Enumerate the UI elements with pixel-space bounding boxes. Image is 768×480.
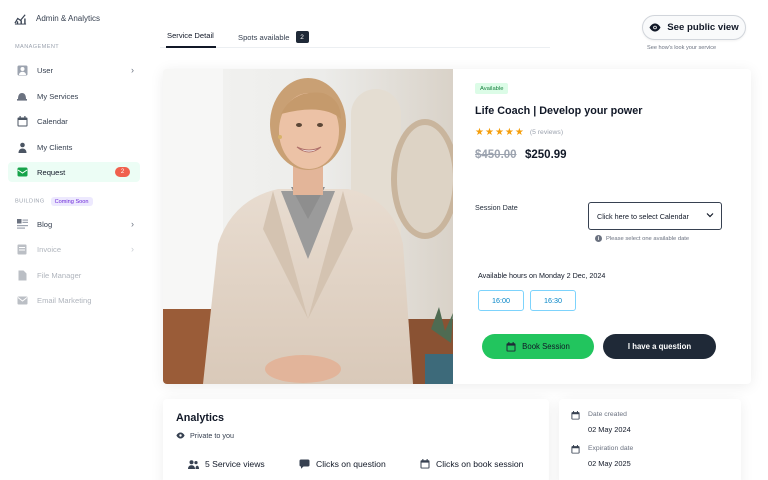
metric-label: Clicks on book session bbox=[436, 459, 524, 469]
date-created-label: Date created bbox=[588, 411, 627, 418]
metric-label: 5 Service views bbox=[205, 459, 265, 469]
section-label-building: BUILDING Coming Soon bbox=[15, 197, 93, 206]
metric-book-clicks: Clicks on book session bbox=[420, 459, 523, 469]
calendar-hint: i Please select one available date bbox=[595, 235, 689, 242]
book-session-label: Book Session bbox=[522, 342, 570, 351]
sidebar-item-calendar[interactable]: Calendar bbox=[8, 111, 140, 131]
request-count-badge: 2 bbox=[115, 167, 130, 177]
sidebar-item-request[interactable]: Request 2 bbox=[8, 162, 140, 182]
sidebar-item-user[interactable]: User › bbox=[8, 60, 140, 80]
sidebar-item-invoice[interactable]: Invoice › bbox=[8, 239, 140, 259]
chevron-right-icon: › bbox=[131, 244, 134, 254]
dates-card bbox=[559, 399, 741, 480]
chevron-down-icon bbox=[706, 213, 714, 218]
sidebar-item-label: Calendar bbox=[37, 116, 68, 126]
reviews-count[interactable]: (5 reviews) bbox=[530, 129, 563, 136]
section-label-management: MANAGEMENT bbox=[15, 44, 60, 50]
app-window: Admin & Analytics MANAGEMENT User › My S… bbox=[0, 0, 768, 480]
date-created-value: 02 May 2024 bbox=[588, 425, 631, 434]
sidebar-item-label: My Clients bbox=[37, 142, 73, 152]
tab-divider bbox=[160, 47, 550, 48]
coming-soon-badge: Coming Soon bbox=[50, 197, 93, 206]
file-icon bbox=[16, 269, 28, 281]
calendar-icon bbox=[506, 341, 516, 351]
see-public-view-button[interactable]: See public view bbox=[642, 15, 746, 40]
metric-label: Clicks on question bbox=[316, 459, 386, 469]
session-date-label: Session Date bbox=[475, 203, 518, 212]
users-icon bbox=[188, 459, 199, 469]
book-session-button[interactable]: Book Session bbox=[482, 334, 594, 359]
analytics-logo-icon bbox=[14, 14, 27, 25]
sidebar-item-file-manager[interactable]: File Manager bbox=[8, 265, 140, 285]
brand-name: Admin & Analytics bbox=[36, 14, 101, 23]
metric-service-views: 5 Service views bbox=[188, 459, 265, 469]
question-button[interactable]: I have a question bbox=[603, 334, 716, 359]
metric-question-clicks: Clicks on question bbox=[299, 459, 386, 469]
star-icon: ★ bbox=[504, 127, 514, 138]
tab-spots-available[interactable]: Spots available 2 bbox=[238, 31, 309, 43]
info-icon: i bbox=[595, 235, 602, 242]
inbox-icon bbox=[16, 166, 28, 178]
sidebar-item-my-services[interactable]: My Services bbox=[8, 86, 140, 106]
calendar-icon bbox=[571, 411, 580, 420]
active-tab-indicator bbox=[166, 46, 216, 48]
sidebar-item-label: Invoice bbox=[37, 244, 62, 254]
email-icon bbox=[16, 294, 28, 306]
sidebar-item-label: My Services bbox=[37, 91, 79, 101]
star-icon: ★ bbox=[514, 127, 524, 138]
sidebar-item-label: Blog bbox=[37, 219, 53, 229]
sidebar-item-my-clients[interactable]: My Clients bbox=[8, 137, 140, 157]
sidebar-item-email-marketing[interactable]: Email Marketing bbox=[8, 290, 140, 310]
sidebar-item-label: Email Marketing bbox=[37, 295, 92, 305]
rating: ★ ★ ★ ★ ★ (5 reviews) bbox=[475, 127, 563, 138]
sidebar-item-label: File Manager bbox=[37, 270, 82, 280]
privacy-text: Private to you bbox=[190, 431, 234, 440]
analytics-title: Analytics bbox=[176, 412, 225, 424]
expiration-date-label: Expiration date bbox=[588, 445, 634, 452]
current-price: $250.99 bbox=[525, 149, 567, 161]
chevron-right-icon: › bbox=[131, 65, 134, 75]
tab-spots-label: Spots available bbox=[238, 32, 290, 42]
eye-icon bbox=[649, 23, 661, 32]
sidebar-item-blog[interactable]: Blog › bbox=[8, 214, 140, 234]
star-icon: ★ bbox=[484, 127, 494, 138]
service-photo bbox=[163, 69, 453, 384]
calendar-hint-text: Please select one available date bbox=[606, 235, 690, 242]
public-view-hint: See how's look your service bbox=[647, 45, 717, 51]
calendar-select[interactable]: Click here to select Calendar bbox=[588, 202, 722, 230]
expiration-date-value: 02 May 2025 bbox=[588, 459, 631, 468]
chat-icon bbox=[299, 459, 310, 469]
invoice-icon bbox=[16, 243, 28, 255]
bell-icon bbox=[16, 90, 28, 102]
calendar-icon bbox=[571, 445, 580, 454]
availability-badge: Available bbox=[475, 83, 509, 94]
service-title: Life Coach | Develop your power bbox=[475, 105, 643, 117]
calendar-select-value: Click here to select Calendar bbox=[597, 211, 689, 221]
clients-icon bbox=[16, 141, 28, 153]
sidebar: Admin & Analytics MANAGEMENT User › My S… bbox=[0, 0, 145, 480]
available-hours-label: Available hours on Monday 2 Dec, 2024 bbox=[478, 271, 606, 280]
see-public-view-label: See public view bbox=[667, 22, 739, 33]
blog-icon bbox=[16, 218, 28, 230]
star-icon: ★ bbox=[494, 127, 504, 138]
calendar-icon bbox=[420, 459, 430, 469]
tab-service-detail[interactable]: Service Detail bbox=[167, 31, 214, 40]
time-slot-button[interactable]: 16:00 bbox=[478, 290, 524, 311]
time-slot-button[interactable]: 16:30 bbox=[530, 290, 576, 311]
calendar-icon bbox=[16, 115, 28, 127]
building-label: BUILDING bbox=[15, 198, 45, 205]
sidebar-item-label: User bbox=[37, 65, 54, 75]
sidebar-item-label: Request bbox=[37, 167, 66, 177]
brand[interactable]: Admin & Analytics bbox=[14, 12, 100, 25]
privacy-note: Private to you bbox=[176, 431, 234, 440]
chevron-right-icon: › bbox=[131, 219, 134, 229]
user-icon bbox=[16, 64, 28, 76]
spots-count-badge: 2 bbox=[295, 31, 309, 43]
eye-icon bbox=[176, 432, 185, 439]
star-icon: ★ bbox=[475, 127, 484, 138]
original-price: $450.00 bbox=[475, 149, 517, 161]
